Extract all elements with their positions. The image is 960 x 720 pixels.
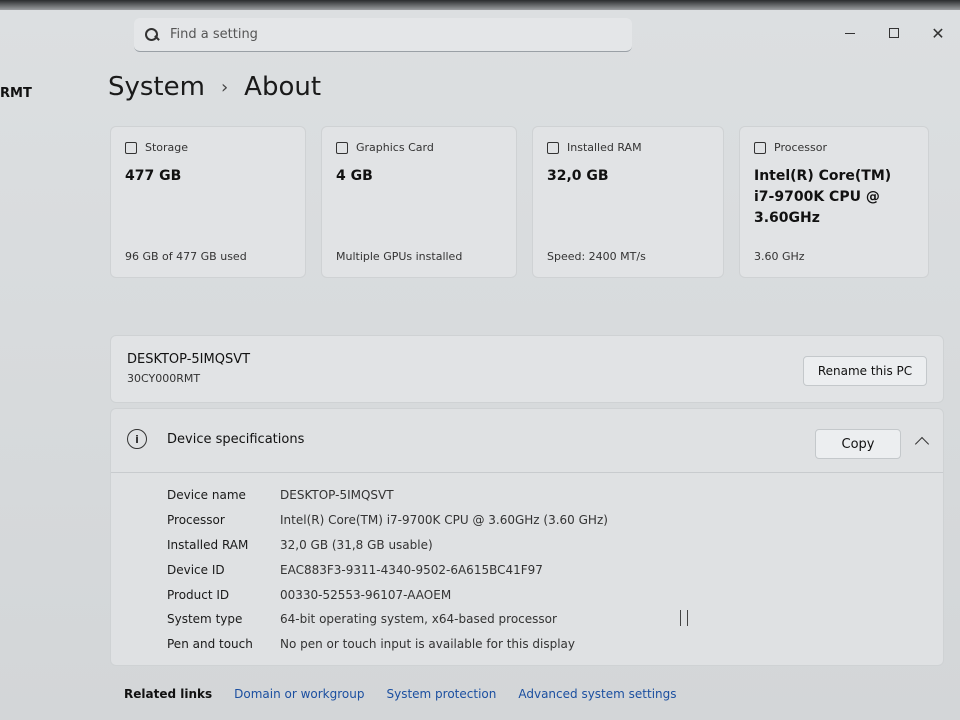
pc-name: DESKTOP-5IMQSVT <box>127 352 251 367</box>
spec-value: 00330-52553-96107-AAOEM <box>280 587 452 602</box>
device-specifications-panel: i Device specifications Copy Device name… <box>110 408 944 666</box>
text-cursor-icon <box>680 610 688 626</box>
related-links-bar: Related links Domain or workgroup System… <box>110 672 944 716</box>
spec-label: Pen and touch <box>167 637 253 652</box>
card-title: Processor <box>774 141 827 154</box>
rename-pc-button[interactable]: Rename this PC <box>803 356 927 386</box>
spec-value: No pen or touch input is available for t… <box>280 637 576 652</box>
spec-value: DESKTOP-5IMQSVT <box>280 488 394 503</box>
graphics-card-icon <box>336 141 348 154</box>
spec-row: Device ID EAC883F3-9311-4340-9502-6A615BC… <box>167 557 608 582</box>
card-subtitle: Speed: 2400 MT/s <box>547 250 646 263</box>
domain-workgroup-link[interactable]: Domain or workgroup <box>234 687 364 701</box>
page-title: About <box>244 72 322 102</box>
card-subtitle: 3.60 GHz <box>754 250 805 263</box>
pc-model: 30CY000RMT <box>127 372 201 385</box>
ram-icon <box>547 141 559 154</box>
device-specifications-header[interactable]: i Device specifications Copy <box>111 409 943 473</box>
close-icon: ✕ <box>931 23 945 43</box>
sidebar-fragment: RMT <box>0 86 32 101</box>
chevron-up-icon[interactable] <box>914 436 930 452</box>
search-box[interactable] <box>134 18 632 52</box>
processor-card[interactable]: Processor Intel(R) Core(TM) i7-9700K CPU… <box>739 126 929 278</box>
breadcrumb-separator: › <box>220 76 229 98</box>
settings-window: RMT ✕ System › About Storage 477 GB 96 G… <box>0 10 960 720</box>
pc-name-bar: DESKTOP-5IMQSVT 30CY000RMT Rename this P… <box>110 335 944 403</box>
close-button[interactable]: ✕ <box>916 18 960 48</box>
spec-label: Product ID <box>167 587 230 602</box>
card-title: Graphics Card <box>356 141 434 154</box>
card-value: 4 GB <box>336 168 373 184</box>
card-subtitle: 96 GB of 477 GB used <box>125 250 247 263</box>
spec-row: Installed RAM 32,0 GB (31,8 GB usable) <box>167 533 608 558</box>
storage-card[interactable]: Storage 477 GB 96 GB of 477 GB used <box>110 126 306 278</box>
spec-label: System type <box>167 612 243 627</box>
system-protection-link[interactable]: System protection <box>386 687 496 701</box>
search-icon <box>144 27 160 43</box>
ram-card[interactable]: Installed RAM 32,0 GB Speed: 2400 MT/s <box>532 126 724 278</box>
related-links-title: Related links <box>124 687 213 701</box>
spec-value: 64-bit operating system, x64-based proce… <box>280 612 557 627</box>
copy-button[interactable]: Copy <box>815 429 901 459</box>
minimize-button[interactable] <box>828 18 872 48</box>
spec-label: Installed RAM <box>167 537 249 552</box>
window-controls: ✕ <box>828 18 960 48</box>
card-title: Installed RAM <box>567 141 642 154</box>
device-specifications-title: Device specifications <box>167 432 305 447</box>
spec-label: Device ID <box>167 562 225 577</box>
storage-icon <box>125 141 137 154</box>
card-subtitle: Multiple GPUs installed <box>336 250 463 263</box>
spec-row: System type 64-bit operating system, x64-… <box>167 607 608 632</box>
spec-row: Processor Intel(R) Core(TM) i7-9700K CPU … <box>167 508 608 533</box>
spec-row: Device name DESKTOP-5IMQSVT <box>167 483 608 508</box>
breadcrumb: System › About <box>108 72 321 102</box>
card-value: 477 GB <box>125 168 182 184</box>
maximize-icon <box>889 28 899 38</box>
advanced-system-settings-link[interactable]: Advanced system settings <box>518 687 676 701</box>
card-title: Storage <box>145 141 189 154</box>
spec-row: Product ID 00330-52553-96107-AAOEM <box>167 582 608 607</box>
maximize-button[interactable] <box>872 18 916 48</box>
spec-row: Pen and touch No pen or touch input is av… <box>167 632 608 657</box>
spec-value: EAC883F3-9311-4340-9502-6A615BC41F97 <box>280 562 543 577</box>
breadcrumb-parent[interactable]: System <box>108 72 205 102</box>
spec-value: Intel(R) Core(TM) i7-9700K CPU @ 3.60GHz… <box>280 513 608 528</box>
spec-value: 32,0 GB (31,8 GB usable) <box>280 537 433 552</box>
graphics-card-card[interactable]: Graphics Card 4 GB Multiple GPUs install… <box>321 126 517 278</box>
info-icon: i <box>127 429 147 449</box>
minimize-icon <box>845 32 855 34</box>
card-value: 32,0 GB <box>547 168 609 184</box>
spec-label: Processor <box>167 513 225 528</box>
processor-icon <box>754 141 766 154</box>
spec-rows: Device name DESKTOP-5IMQSVT Processor Inte… <box>167 483 608 657</box>
spec-label: Device name <box>167 488 246 503</box>
card-value: Intel(R) Core(TM) i7-9700K CPU @ 3.60GHz <box>754 168 892 226</box>
search-input[interactable] <box>170 27 610 42</box>
